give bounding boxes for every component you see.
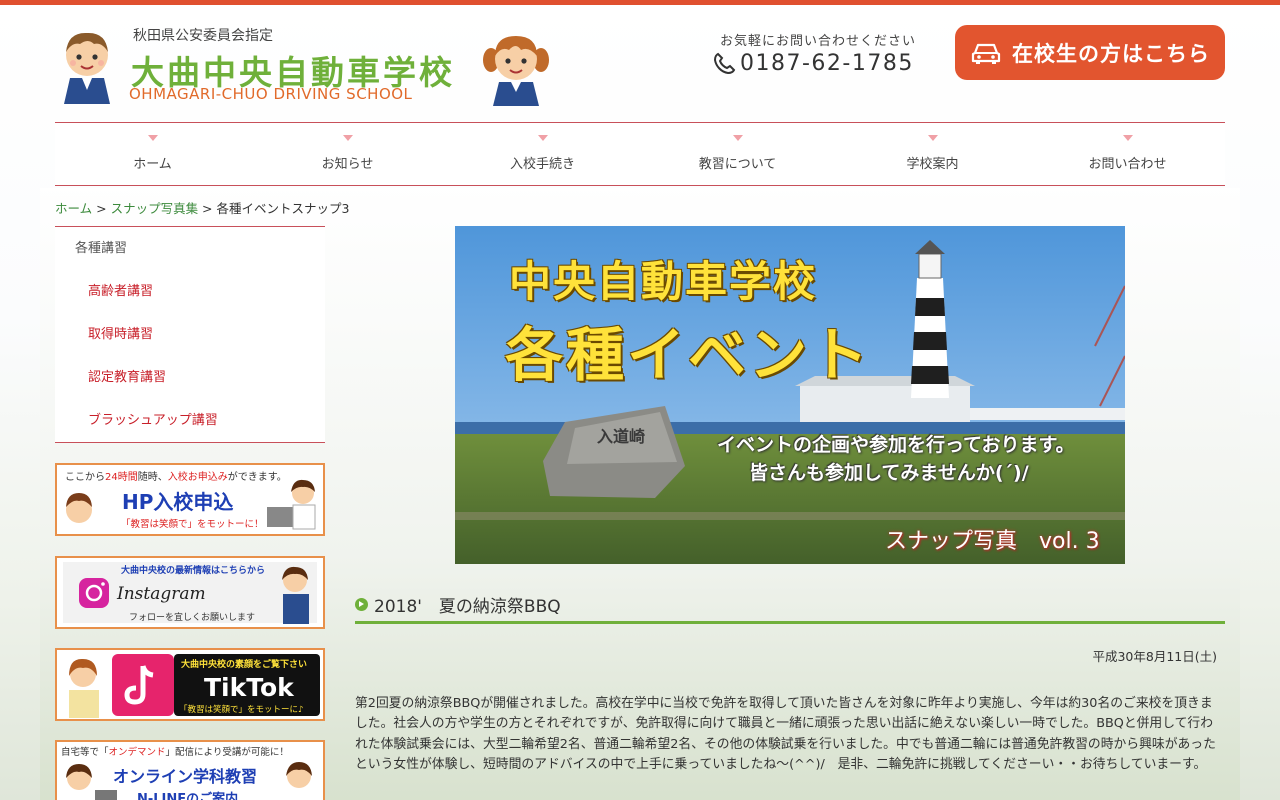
nav-triangle-icon	[1122, 135, 1133, 141]
banner-text: 」配信により受講が可能に！	[166, 746, 289, 758]
breadcrumb: ホーム > スナップ写真集 > 各種イベントスナップ3	[55, 198, 349, 217]
sidebar-heading: 各種講習	[75, 241, 128, 256]
nav-item-training[interactable]: 教習について	[640, 123, 835, 185]
breadcrumb-separator: >	[198, 201, 217, 216]
sidebar-item-elderly-course[interactable]: 高齢者講習	[55, 270, 325, 313]
sidebar-item-acquisition-course[interactable]: 取得時講習	[55, 313, 325, 356]
nav-triangle-icon	[927, 135, 938, 141]
banner-text: 随時、	[138, 470, 168, 483]
instagram-logo-icon	[79, 578, 109, 608]
suit-icon	[283, 594, 309, 624]
shirt-icon	[292, 504, 316, 530]
banner-text: 大曲中央校の最新情報はこちらから	[121, 564, 265, 576]
nav-label: 学校案内	[906, 157, 959, 172]
sidebar-item-brushup-course[interactable]: ブラッシュアップ講習	[55, 399, 325, 442]
svg-text:ここから24時間随時、入校お申込みができます。: ここから24時間随時、入校お申込みができます。	[65, 470, 287, 483]
banner-motto: 「教習は笑顔で」をモットーに♪	[179, 704, 303, 715]
nav-triangle-icon	[147, 135, 158, 141]
nav-item-news[interactable]: お知らせ	[250, 123, 445, 185]
hero-school-name: 中央自動車学校	[509, 257, 818, 306]
banner-text: オンデマンド	[109, 746, 166, 758]
current-student-button-label: 在校生の方はこちら	[1012, 41, 1210, 66]
nav-triangle-icon	[342, 135, 353, 141]
nav-item-contact[interactable]: お問い合わせ	[1030, 123, 1225, 185]
nav-label: お問い合わせ	[1088, 157, 1167, 172]
banner-text: ができます。	[228, 470, 287, 483]
nav-label: お知らせ	[321, 157, 374, 172]
shirt-icon	[69, 690, 99, 718]
phone-number: 0187-62-1785	[740, 51, 914, 76]
current-student-button[interactable]: 在校生の方はこちら	[955, 25, 1225, 80]
hero-text-layer: 中央自動車学校 各種イベント イベントの企画や参加を行っております。 皆さんも参…	[455, 226, 1125, 564]
nav-label: 教習について	[698, 157, 777, 172]
svg-text:自宅等で「オンデマンド」配信により受講が可能に！: 自宅等で「オンデマンド」配信により受講が可能に！	[61, 746, 289, 758]
phone-link[interactable]: 0187-62-1785	[712, 51, 924, 76]
breadcrumb-separator: >	[92, 201, 111, 216]
banner-text: ここから	[65, 471, 105, 483]
contact-caption: お気軽にお問い合わせください	[720, 34, 917, 49]
hero-banner-image: 入道崎 中央自動車学校 各種イベント イベントの企画や参加を行っております。 皆…	[455, 226, 1125, 564]
banner-text: 大曲中央校の素顔をご覧下さい	[181, 658, 307, 670]
banner-text: 自宅等で「	[61, 746, 109, 758]
top-accent-bar	[0, 0, 1280, 5]
hero-caption-2: 皆さんも参加してみませんか(´)/	[749, 462, 1029, 484]
banner-text: 入校お申込み	[168, 470, 228, 483]
breadcrumb-home-link[interactable]: ホーム	[55, 201, 92, 216]
site-logo[interactable]: 秋田県公安委員会指定 大曲中央自動車学校 OHMAGARI-CHUO DRIVI…	[55, 22, 555, 108]
bullet-arrow-icon	[355, 598, 368, 611]
nav-label: 入校手続き	[509, 157, 575, 172]
sidebar-menu: 各種講習 高齢者講習 取得時講習 認定教育講習 ブラッシュアップ講習	[55, 226, 325, 443]
banner-main-text: Instagram	[116, 584, 206, 604]
banner-main-text: オンライン学科教習	[113, 767, 257, 786]
banner-online-course[interactable]: 自宅等で「オンデマンド」配信により受講が可能に！ オンライン学科教習 N-LIN…	[55, 740, 325, 800]
logo-subtitle: 秋田県公安委員会指定	[133, 28, 273, 44]
nav-label: ホーム	[133, 157, 172, 172]
nav-triangle-icon	[537, 135, 548, 141]
laptop-icon	[95, 790, 117, 800]
breadcrumb-current: 各種イベントスナップ3	[216, 201, 350, 216]
hero-caption-1: イベントの企画や参加を行っております。	[717, 434, 1075, 456]
sidebar: 各種講習 高齢者講習 取得時講習 認定教育講習 ブラッシュアップ講習 ここから2…	[55, 226, 325, 800]
banner-online-application[interactable]: ここから24時間随時、入校お申込みができます。 HP入校申込 「教習は笑顔で」を…	[55, 463, 325, 536]
nav-triangle-icon	[732, 135, 743, 141]
contact-info: お気軽にお問い合わせください 0187-62-1785	[712, 30, 924, 76]
article-title: 2018' 夏の納涼祭BBQ	[355, 590, 1225, 624]
nav-item-school-info[interactable]: 学校案内	[835, 123, 1030, 185]
hero-snap-volume: スナップ写真 vol. 3	[885, 529, 1100, 554]
article-body: 第2回夏の納涼祭BBQが開催されました。高校在学中に当校で免許を取得して頂いた皆…	[355, 696, 1216, 772]
banner-text: N-LINEのご案内	[137, 791, 238, 800]
car-icon	[971, 43, 1001, 64]
nav-item-home[interactable]: ホーム	[55, 123, 250, 185]
banner-text: フォローを宜しくお願いします	[129, 611, 255, 623]
boy-mascot-icon	[64, 32, 110, 104]
breadcrumb-album-link[interactable]: スナップ写真集	[111, 201, 199, 216]
sidebar-item-certified-course[interactable]: 認定教育講習	[55, 356, 325, 399]
banner-main-text: HP入校申込	[122, 490, 233, 514]
nav-item-admission[interactable]: 入校手続き	[445, 123, 640, 185]
banner-motto: 「教習は笑顔で」をモットーに！	[121, 518, 264, 530]
article-title-text: 2018' 夏の納涼祭BBQ	[374, 597, 561, 617]
banner-instagram[interactable]: 大曲中央校の最新情報はこちらから Instagram フォローを宜しくお願いしま…	[55, 556, 325, 629]
logo-english: OHMAGARI-CHUO DRIVING SCHOOL	[129, 85, 413, 103]
global-nav: ホーム お知らせ 入校手続き 教習について 学校案内 お問い合わせ	[55, 122, 1225, 186]
banner-tiktok[interactable]: 大曲中央校の素顔をご覧下さい TikTok 「教習は笑顔で」をモットーに♪	[55, 648, 325, 721]
article-date: 平成30年8月11日(土)	[1092, 649, 1217, 664]
banner-text: 24時間	[105, 471, 138, 483]
girl-mascot-icon	[483, 36, 549, 106]
phone-icon	[713, 52, 736, 74]
banner-main-text: TikTok	[204, 673, 295, 702]
hero-event-title: 各種イベント	[505, 321, 872, 389]
